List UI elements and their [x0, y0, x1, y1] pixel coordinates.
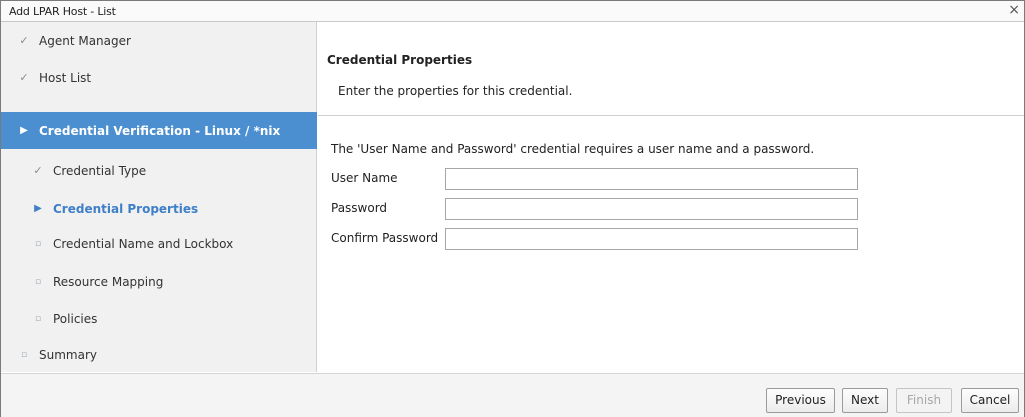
step-host-list[interactable]: ✓ Host List: [1, 59, 317, 96]
close-icon[interactable]: ×: [1008, 2, 1020, 18]
wizard-steps-sidebar: ✓ Agent Manager ✓ Host List ▶ Credential…: [1, 22, 317, 372]
step-label: Host List: [39, 70, 92, 85]
step-label: Summary: [39, 347, 97, 362]
next-button[interactable]: Next: [842, 388, 888, 413]
step-summary[interactable]: ▫ Summary: [1, 336, 317, 373]
checkmark-icon: ✓: [19, 34, 29, 47]
step-policies[interactable]: ▫ Policies: [1, 300, 317, 337]
step-credential-verification[interactable]: ▶ Credential Verification - Linux / *nix: [1, 112, 317, 149]
step-label: Agent Manager: [39, 33, 131, 48]
step-label: Policies: [53, 311, 98, 326]
password-row: Password: [331, 198, 931, 220]
bullet-icon: ▫: [34, 238, 42, 249]
confirm-password-row: Confirm Password: [331, 228, 931, 250]
window-title: Add LPAR Host - List: [9, 5, 116, 18]
page-title: Credential Properties: [327, 53, 473, 67]
username-input[interactable]: [445, 168, 858, 190]
finish-button: Finish: [896, 388, 952, 413]
title-bar: Add LPAR Host - List ×: [1, 1, 1024, 22]
username-label: User Name: [331, 171, 398, 185]
step-resource-mapping[interactable]: ▫ Resource Mapping: [1, 263, 317, 300]
checkmark-icon: ✓: [19, 71, 29, 84]
step-credential-type[interactable]: ✓ Credential Type: [1, 152, 317, 189]
step-label: Credential Verification - Linux / *nix: [39, 123, 281, 138]
arrow-right-icon: ▶: [34, 203, 42, 214]
username-row: User Name: [331, 168, 931, 190]
bullet-icon: ▫: [34, 313, 42, 324]
bullet-icon: ▫: [20, 349, 28, 360]
step-credential-properties[interactable]: ▶ Credential Properties: [1, 190, 317, 227]
step-label: Resource Mapping: [53, 274, 164, 289]
step-label: Credential Name and Lockbox: [53, 236, 234, 251]
step-credential-name-lockbox[interactable]: ▫ Credential Name and Lockbox: [1, 225, 317, 262]
arrow-right-icon: ▶: [20, 125, 28, 136]
step-agent-manager[interactable]: ✓ Agent Manager: [1, 22, 317, 59]
step-label: Credential Type: [53, 163, 147, 178]
step-label: Credential Properties: [53, 201, 199, 216]
bullet-icon: ▫: [34, 276, 42, 287]
confirm-password-label: Confirm Password: [331, 231, 439, 245]
password-input[interactable]: [445, 198, 858, 220]
previous-button[interactable]: Previous: [766, 388, 835, 413]
cancel-button[interactable]: Cancel: [961, 388, 1019, 413]
checkmark-icon: ✓: [33, 164, 43, 177]
add-lpar-host-dialog: Add LPAR Host - List × ✓ Agent Manager ✓…: [0, 0, 1025, 417]
credential-description: The 'User Name and Password' credential …: [331, 142, 815, 156]
confirm-password-input[interactable]: [445, 228, 858, 250]
step-header: Credential Properties Enter the properti…: [318, 22, 1024, 116]
page-subtitle: Enter the properties for this credential…: [338, 84, 573, 98]
password-label: Password: [331, 201, 388, 215]
wizard-footer: Previous Next Finish Cancel: [1, 373, 1024, 417]
step-content-panel: Credential Properties Enter the properti…: [318, 22, 1024, 372]
